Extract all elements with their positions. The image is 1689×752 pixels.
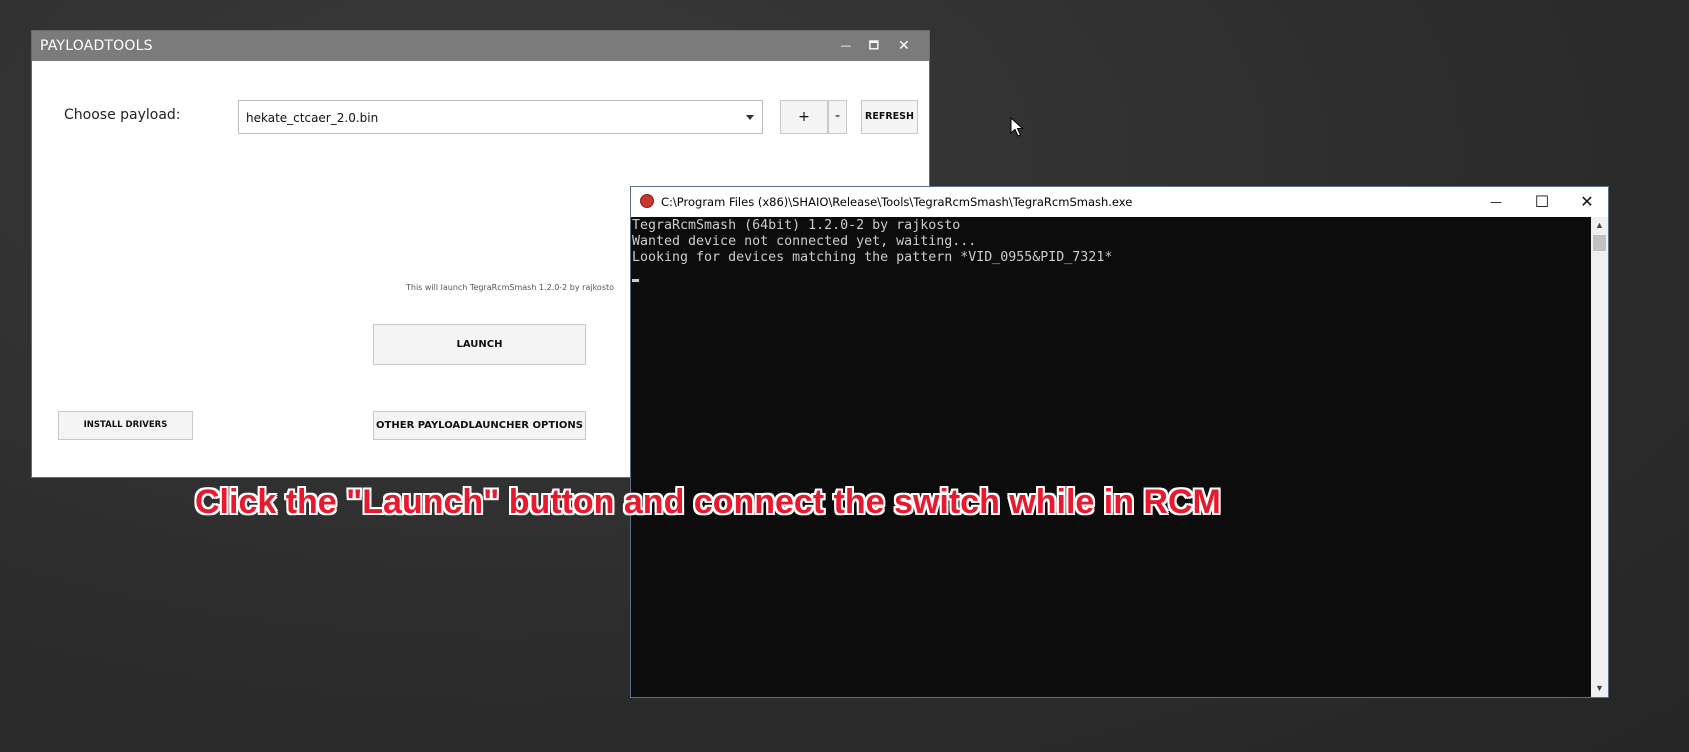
payloadtools-titlebar[interactable]: PAYLOADTOOLS — 🗖 ✕ bbox=[32, 31, 929, 61]
console-maximize-icon[interactable]: ☐ bbox=[1520, 189, 1564, 215]
launch-note: This will launch TegraRcmSmash 1.2.0-2 b… bbox=[405, 283, 615, 292]
add-payload-button[interactable]: + bbox=[780, 100, 828, 134]
instruction-caption: Click the "Launch" button and connect th… bbox=[195, 483, 1221, 521]
launch-button[interactable]: LAUNCH bbox=[373, 324, 586, 365]
choose-payload-label: Choose payload: bbox=[64, 107, 181, 123]
console-line: Looking for devices matching the pattern… bbox=[632, 250, 1113, 265]
other-options-button[interactable]: OTHER PAYLOADLAUNCHER OPTIONS bbox=[373, 411, 586, 440]
payload-select[interactable]: hekate_ctcaer_2.0.bin bbox=[238, 100, 763, 134]
console-window: C:\Program Files (x86)\SHAIO\Release\Too… bbox=[630, 186, 1609, 698]
console-close-icon[interactable]: ✕ bbox=[1565, 189, 1609, 215]
console-titlebar[interactable]: C:\Program Files (x86)\SHAIO\Release\Too… bbox=[631, 187, 1608, 217]
console-title: C:\Program Files (x86)\SHAIO\Release\Too… bbox=[661, 195, 1133, 209]
text-cursor bbox=[632, 279, 639, 282]
console-line: TegraRcmSmash (64bit) 1.2.0-2 by rajkost… bbox=[632, 218, 961, 233]
chevron-down-icon bbox=[746, 115, 754, 120]
console-line: Wanted device not connected yet, waiting… bbox=[632, 234, 977, 249]
maximize-icon[interactable]: 🗖 bbox=[862, 35, 886, 57]
payload-selected-value: hekate_ctcaer_2.0.bin bbox=[246, 111, 379, 125]
scroll-thumb[interactable] bbox=[1593, 235, 1606, 251]
window-title: PAYLOADTOOLS bbox=[40, 38, 153, 54]
install-drivers-button[interactable]: INSTALL DRIVERS bbox=[58, 411, 193, 440]
close-icon[interactable]: ✕ bbox=[892, 35, 916, 57]
app-icon bbox=[640, 194, 654, 208]
mouse-pointer-icon bbox=[1010, 117, 1024, 137]
scroll-up-icon[interactable]: ▲ bbox=[1591, 217, 1608, 234]
remove-payload-button[interactable]: - bbox=[828, 100, 847, 134]
console-output[interactable]: TegraRcmSmash (64bit) 1.2.0-2 by rajkost… bbox=[631, 217, 1592, 697]
console-scrollbar[interactable]: ▲ ▼ bbox=[1591, 217, 1608, 697]
console-minimize-icon[interactable]: — bbox=[1474, 189, 1518, 215]
scroll-down-icon[interactable]: ▼ bbox=[1591, 680, 1608, 697]
refresh-button[interactable]: REFRESH bbox=[861, 100, 918, 134]
minimize-icon[interactable]: — bbox=[834, 35, 858, 57]
